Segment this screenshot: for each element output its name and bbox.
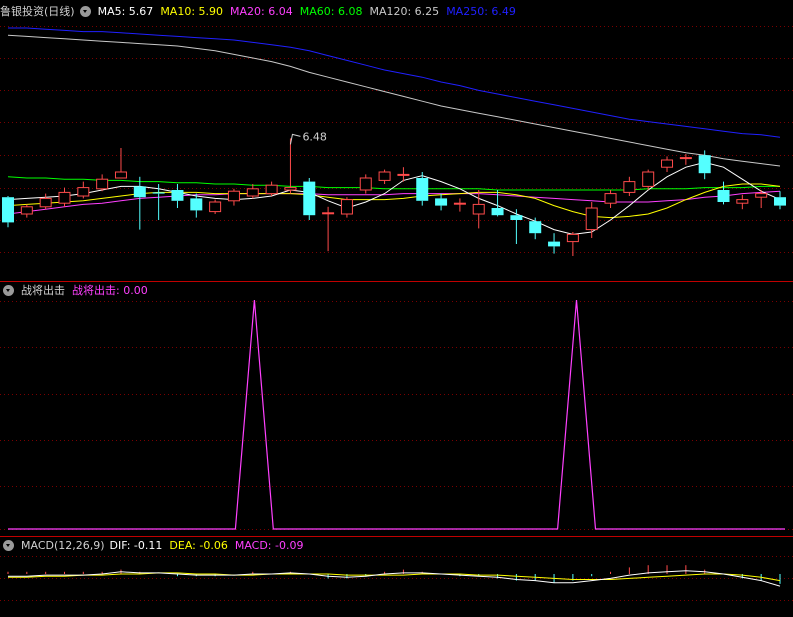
candle-body-up	[679, 157, 692, 160]
candle-body-up	[585, 207, 598, 231]
dea-line	[8, 572, 781, 582]
candle-body-up	[604, 193, 617, 204]
candle-body-down	[2, 197, 14, 223]
candle-body-up	[755, 193, 768, 198]
candle-body-up	[397, 173, 410, 176]
candle-body-down	[548, 241, 561, 247]
ma250-label: MA250: 6.49	[446, 5, 516, 18]
candle-body-down	[190, 198, 203, 211]
candle-body-up	[227, 190, 240, 202]
ma60-label: MA60: 6.08	[299, 5, 363, 18]
candle-body-up	[246, 188, 259, 197]
candle-body-up	[736, 199, 749, 204]
candle-body-up	[284, 187, 297, 191]
candle-body-down	[152, 192, 165, 194]
macd-title: MACD(12,26,9)	[21, 539, 105, 552]
signal-panel-header: 战将出击 战将出击: 0.00	[0, 283, 155, 299]
ma-line-ma20	[7, 190, 781, 215]
peak-label: 6.48	[302, 130, 327, 143]
candle-body-down	[717, 190, 730, 202]
ma-line-ma120	[7, 34, 781, 167]
candle-body-up	[359, 177, 372, 191]
collapse-circle-icon[interactable]	[3, 540, 14, 551]
stock-chart-stage: 6.48 鲁银投资(日线) MA5: 5.67 MA10: 5.90 MA20: 6.…	[0, 0, 793, 614]
candle-body-up	[77, 187, 90, 197]
candle-body-up	[114, 171, 127, 179]
candle-body-down	[510, 215, 523, 220]
collapse-circle-icon[interactable]	[79, 6, 91, 17]
candle-body-down	[698, 155, 711, 174]
dea-label: DEA: -0.06	[169, 539, 228, 552]
candle-body-up	[472, 203, 485, 215]
candle-body-down	[416, 178, 429, 201]
dif-label: DIF: -0.11	[109, 539, 163, 552]
main-panel-header: 鲁银投资(日线) MA5: 5.67 MA10: 5.90 MA20: 6.04 MA6…	[0, 4, 523, 20]
collapse-circle-icon[interactable]	[3, 285, 14, 296]
candle-body-up	[20, 206, 33, 215]
candle-body-up	[661, 159, 674, 168]
candle-body-up	[623, 181, 636, 193]
candle-body-down	[435, 198, 448, 206]
candle-body-up	[453, 202, 466, 205]
candle-body-down	[774, 197, 786, 206]
candle-body-up	[265, 184, 278, 195]
candle-body-down	[529, 221, 542, 234]
candle-body-up	[340, 199, 353, 215]
candle-body-up	[96, 178, 109, 190]
candle-body-down	[171, 190, 184, 201]
signal-title: 战将出击	[21, 284, 65, 297]
candle-body-down	[133, 186, 146, 198]
candle-body-up	[642, 171, 655, 187]
stock-title: 鲁银投资(日线)	[0, 5, 75, 18]
candle-body-up	[322, 212, 335, 215]
ma20-label: MA20: 6.04	[230, 5, 293, 18]
signal-value-label: 战将出击: 0.00	[72, 284, 148, 297]
candle-body-down	[491, 208, 504, 216]
candle-body-up	[39, 197, 52, 208]
ma-line-ma250	[8, 27, 781, 138]
candle-body-up	[209, 201, 222, 213]
chart-canvas: 6.48	[0, 26, 793, 601]
signal-line	[8, 299, 785, 530]
candle-body-up	[58, 191, 71, 204]
peak-marker	[289, 133, 301, 145]
ma10-label: MA10: 5.90	[160, 5, 224, 18]
candle-body-up	[566, 233, 579, 243]
candle-body-up	[378, 171, 391, 181]
macd-value-label: MACD: -0.09	[234, 539, 304, 552]
ma5-label: MA5: 5.67	[97, 5, 154, 18]
ma120-label: MA120: 6.25	[369, 5, 440, 18]
candle-body-down	[303, 181, 316, 216]
macd-panel-header: MACD(12,26,9) DIF: -0.11 DEA: -0.06 MACD: -…	[0, 538, 310, 554]
